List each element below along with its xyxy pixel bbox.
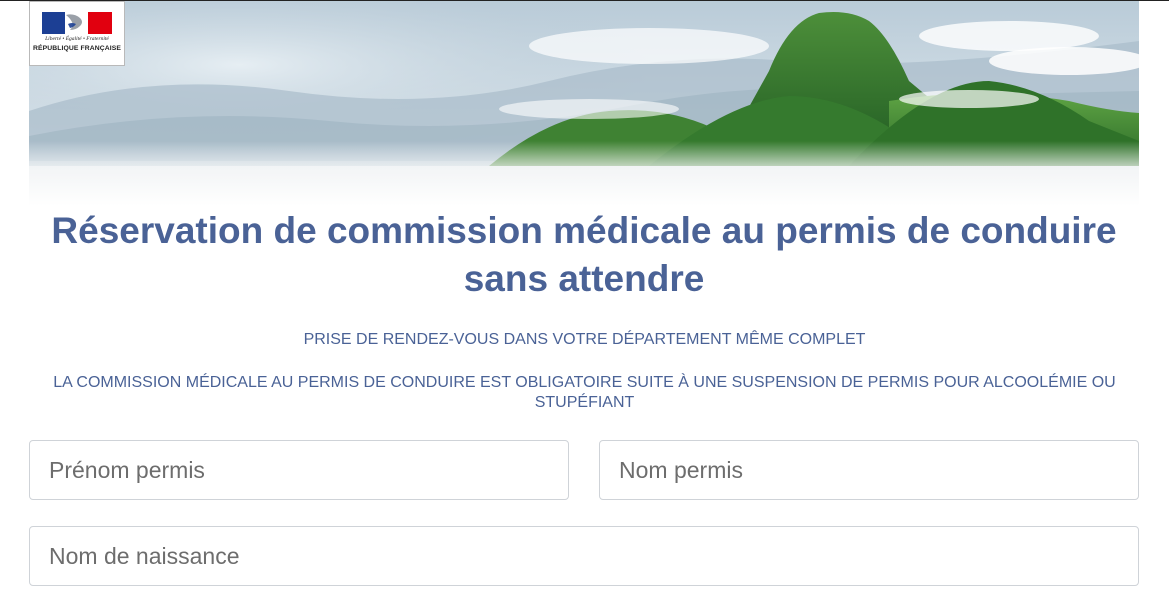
legal-notice: LA COMMISSION MÉDICALE AU PERMIS DE COND… xyxy=(53,374,1116,411)
logo-name: RÉPUBLIQUE FRANÇAISE xyxy=(32,45,122,52)
republique-francaise-logo[interactable]: Liberté • Égalité • Fraternité RÉPUBLIQU… xyxy=(29,1,125,66)
page-subtitle: PRISE DE RENDEZ-VOUS DANS VOTRE DÉPARTEM… xyxy=(303,331,866,348)
birth-name-input[interactable] xyxy=(29,526,1139,586)
page-title: Réservation de commission médicale au pe… xyxy=(51,210,1117,299)
last-name-input[interactable] xyxy=(599,440,1139,500)
header-banner-image xyxy=(29,1,1139,206)
page: Liberté • Égalité • Fraternité RÉPUBLIQU… xyxy=(0,0,1169,598)
logo-motto: Liberté • Égalité • Fraternité xyxy=(45,36,109,42)
first-name-input[interactable] xyxy=(29,440,569,500)
marianne-flag-icon xyxy=(42,12,112,34)
